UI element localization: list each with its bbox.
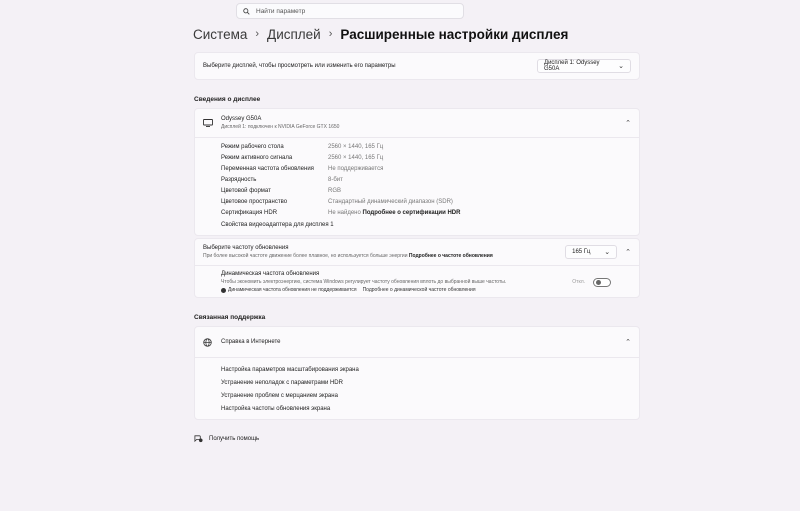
support-links: Настройка параметров масштабирования экр… (195, 358, 639, 415)
get-help-label: Получить помощь (209, 435, 260, 442)
dynamic-refresh-warning: Динамическая частота обновления не подде… (221, 287, 506, 293)
adapter-properties-label: Свойства видеоадаптера для дисплея 1 (221, 221, 334, 228)
monitor-connection: Дисплей 1: подключен к NVIDIA GeForce GT… (221, 124, 340, 130)
dynamic-refresh-warning-text: Динамическая частота обновления не подде… (228, 287, 357, 293)
property-key: Цветовой формат (221, 187, 271, 194)
help-chat-icon (194, 435, 203, 443)
refresh-rate-row: Выберите частоту обновления При более вы… (195, 239, 639, 265)
refresh-rate-card: Выберите частоту обновления При более вы… (194, 238, 640, 298)
monitor-name: Odyssey G50A (221, 116, 262, 122)
property-row: Сертификация HDR Не найдено Подробнее о … (221, 207, 639, 218)
property-key: Сертификация HDR (221, 209, 278, 216)
display-properties: Режим рабочего стола 2560 × 1440, 165 Гц… (195, 138, 639, 230)
breadcrumb-item-display[interactable]: Дисплей (267, 27, 321, 42)
refresh-rate-description: При более высокой частоте движение более… (203, 253, 408, 259)
property-row: Режим рабочего стола 2560 × 1440, 165 Гц (221, 141, 639, 152)
property-value: Не поддерживается (328, 165, 384, 172)
chevron-down-icon: ⌄ (604, 249, 611, 256)
section-title-support: Связанная поддержка (194, 314, 266, 321)
refresh-rate-value: 165 Гц (572, 249, 591, 255)
section-title-display-info: Сведения о дисплее (194, 96, 261, 103)
hdr-certification-link[interactable]: Подробнее о сертификации HDR (363, 210, 461, 216)
chevron-right-icon: › (255, 28, 260, 40)
hdr-status: Не найдено (328, 209, 361, 216)
chevron-right-icon: › (328, 28, 333, 40)
support-card: Справка в Интернете ⌃ Настройка параметр… (194, 326, 640, 420)
refresh-rate-link[interactable]: Подробнее о частоте обновления (409, 253, 493, 259)
chevron-up-icon[interactable]: ⌃ (625, 338, 631, 346)
property-key: Разрядность (221, 176, 257, 183)
property-row: Цветовой формат RGB (221, 185, 639, 196)
property-value: 2560 × 1440, 165 Гц (328, 154, 384, 161)
chevron-up-icon[interactable]: ⌃ (625, 248, 631, 256)
support-link[interactable]: Устранение неполадок с параметрами HDR (221, 376, 639, 389)
support-link[interactable]: Устранение проблем с мерцанием экрана (221, 389, 639, 402)
property-row: Переменная частота обновления Не поддерж… (221, 163, 639, 174)
display-dropdown[interactable]: Дисплей 1: Odyssey G50A ⌄ (537, 59, 631, 73)
info-icon (221, 287, 226, 293)
page-title: Расширенные настройки дисплея (340, 26, 569, 42)
toggle-state-label: Откл. (572, 279, 585, 285)
refresh-rate-title: Выберите частоту обновления (203, 245, 289, 251)
display-select-card: Выберите дисплей, чтобы просмотреть или … (194, 52, 640, 80)
online-help-title: Справка в Интернете (221, 339, 281, 345)
dynamic-refresh-subtitle: Чтобы экономить электроэнергию, система … (221, 279, 507, 285)
chevron-up-icon[interactable]: ⌃ (625, 119, 631, 127)
globe-icon (203, 337, 212, 347)
property-value: RGB (328, 187, 342, 194)
property-value: 8-бит (328, 176, 343, 183)
display-select-label: Выберите дисплей, чтобы просмотреть или … (203, 63, 396, 69)
refresh-rate-dropdown[interactable]: 165 Гц ⌄ (565, 245, 618, 259)
search-box[interactable]: Найти параметр (236, 3, 464, 19)
breadcrumb-item-system[interactable]: Система (193, 27, 247, 42)
search-icon (243, 7, 250, 15)
adapter-properties-link[interactable]: Свойства видеоадаптера для дисплея 1 (221, 219, 639, 230)
property-row: Режим активного сигнала 2560 × 1440, 165… (221, 152, 639, 163)
online-help-header[interactable]: Справка в Интернете ⌃ (195, 327, 639, 357)
property-key: Режим рабочего стола (221, 143, 284, 150)
support-link[interactable]: Настройка параметров масштабирования экр… (221, 363, 639, 376)
support-link[interactable]: Настройка частоты обновления экрана (221, 402, 639, 415)
property-value: 2560 × 1440, 165 Гц (328, 143, 384, 150)
get-help-link[interactable]: Получить помощь (194, 434, 259, 443)
dynamic-refresh-link[interactable]: Подробнее о динамической частоте обновле… (363, 287, 476, 293)
display-dropdown-value: Дисплей 1: Odyssey G50A (544, 60, 600, 72)
property-value: Не найдено Подробнее о сертификации HDR (328, 210, 460, 216)
dynamic-refresh-row: Динамическая частота обновления Чтобы эк… (195, 266, 639, 298)
dynamic-refresh-toggle[interactable] (593, 277, 611, 287)
chevron-down-icon: ⌄ (618, 63, 624, 70)
property-key: Цветовое пространство (221, 198, 288, 205)
property-key: Переменная частота обновления (221, 165, 314, 172)
property-row: Цветовое пространство Стандартный динами… (221, 196, 639, 207)
monitor-header[interactable]: Odyssey G50A Дисплей 1: подключен к NVID… (195, 109, 639, 137)
property-row: Разрядность 8-бит (221, 174, 639, 185)
refresh-rate-subtitle: При более высокой частоте движение более… (203, 253, 493, 259)
monitor-icon (203, 119, 213, 127)
property-key: Режим активного сигнала (221, 154, 293, 161)
breadcrumb: Система › Дисплей › Расширенные настройк… (193, 24, 568, 44)
search-input[interactable]: Найти параметр (256, 8, 305, 15)
display-info-card: Odyssey G50A Дисплей 1: подключен к NVID… (194, 108, 640, 236)
property-value: Стандартный динамический диапазон (SDR) (328, 198, 453, 205)
dynamic-refresh-title: Динамическая частота обновления (221, 271, 320, 277)
